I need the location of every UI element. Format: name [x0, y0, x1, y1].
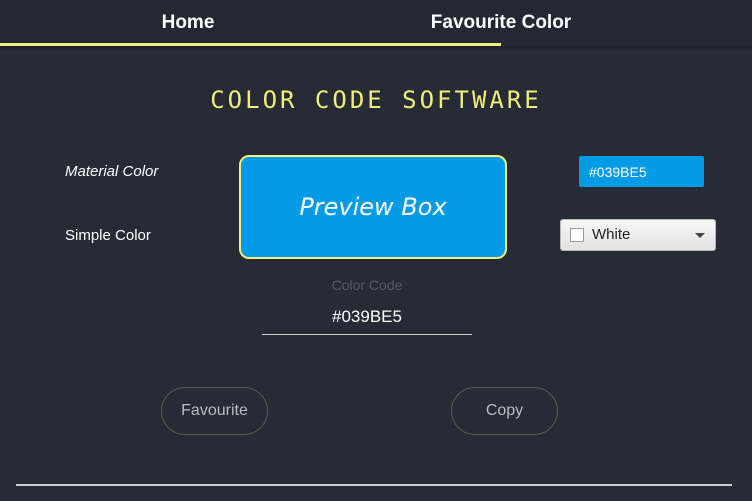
copy-button[interactable]: Copy [451, 387, 558, 435]
favourite-button[interactable]: Favourite [161, 387, 268, 435]
color-swatch-icon [570, 228, 584, 242]
app-title: COLOR CODE SOFTWARE [210, 86, 542, 114]
simple-color-select[interactable]: White [560, 219, 716, 251]
simple-color-label: Simple Color [65, 227, 151, 244]
tab-bar: Home Favourite Color [0, 0, 752, 46]
tab-selected-indicator [0, 43, 501, 46]
color-code-label: Color Code [331, 277, 403, 293]
material-color-value: #039BE5 [589, 163, 647, 180]
color-code-input[interactable] [262, 300, 472, 335]
bottom-divider [16, 484, 732, 486]
material-color-label: Material Color [65, 163, 159, 180]
preview-box-label: Preview Box [299, 193, 447, 221]
simple-color-selected: White [592, 226, 631, 243]
preview-box: Preview Box [239, 155, 507, 259]
material-color-picker[interactable]: #039BE5 [579, 156, 704, 187]
tab-favourite-color[interactable]: Favourite Color [313, 0, 689, 46]
chevron-down-icon [695, 233, 705, 238]
